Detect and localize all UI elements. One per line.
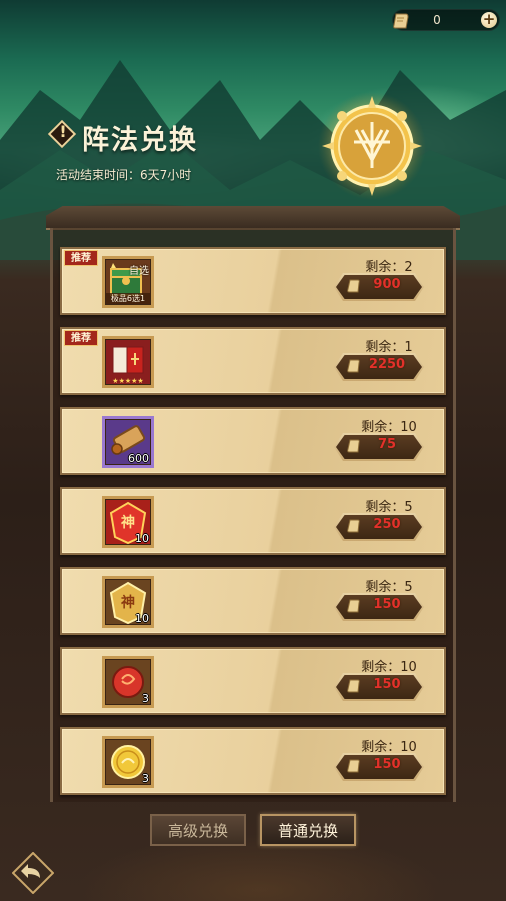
exchange-button[interactable]: 150 <box>334 673 424 701</box>
price-value: 75 <box>377 437 397 452</box>
tab-advanced-exchange[interactable]: 高级兑换 <box>150 814 246 846</box>
recommend-tag: 推荐 <box>64 330 98 346</box>
book-graphic: ★★★★★ <box>112 346 144 385</box>
item-count: 10 <box>135 612 149 625</box>
exchange-row[interactable]: 3 剩余：10 150 <box>60 727 446 795</box>
event-timer: 活动结束时间：6天7小时 <box>56 168 192 182</box>
panel-roof <box>46 206 460 230</box>
remaining-count: 剩余：10 <box>361 740 417 755</box>
red-book-icon[interactable]: ★★★★★ <box>102 336 154 388</box>
currency-counter: 0 + <box>392 9 500 31</box>
remaining-count: 剩余：1 <box>365 340 413 355</box>
exchange-row[interactable]: 推荐 ★★★★★ 剩余：1 2250 <box>60 327 446 395</box>
exchange-button[interactable]: 2250 <box>334 353 424 381</box>
exchange-button[interactable]: 150 <box>334 753 424 781</box>
scroll-coin-icon <box>347 519 360 533</box>
exchange-row[interactable]: 神 10 剩余：5 250 <box>60 487 446 555</box>
recommend-tag: 推荐 <box>64 250 98 266</box>
price-value: 2250 <box>368 357 406 372</box>
remaining-count: 剩余：10 <box>361 660 417 675</box>
gold-coin-icon[interactable]: 3 <box>102 736 154 788</box>
item-label-top: 自选 <box>129 266 149 277</box>
item-count: 3 <box>142 772 149 785</box>
scroll-coin-icon <box>347 439 360 453</box>
price-value: 250 <box>373 517 401 532</box>
remaining-count: 剩余：2 <box>365 260 413 275</box>
token-glyph: 神 <box>121 595 135 611</box>
item-count: 600 <box>128 452 149 465</box>
item-label-bottom: 极品6选1 <box>106 293 150 304</box>
red-god-token-icon[interactable]: 神 10 <box>102 496 154 548</box>
gold-god-token-icon[interactable]: 神 10 <box>102 576 154 628</box>
bottom-glow <box>0 790 506 901</box>
currency-value: 0 <box>433 13 441 27</box>
exchange-button[interactable]: 150 <box>334 593 424 621</box>
token-glyph: 神 <box>121 515 135 531</box>
scroll-coin-icon <box>347 759 360 773</box>
price-value: 150 <box>373 597 401 612</box>
treasure-chest-icon[interactable]: 自选 极品6选1 <box>102 256 154 308</box>
red-orb-icon[interactable]: 3 <box>102 656 154 708</box>
remaining-count: 剩余：5 <box>365 580 413 595</box>
page-title: 阵法兑换 <box>82 125 198 156</box>
item-count: 10 <box>135 532 149 545</box>
price-value: 900 <box>373 277 401 292</box>
remaining-count: 剩余：5 <box>365 500 413 515</box>
exchange-button[interactable]: 250 <box>334 513 424 541</box>
exchange-row[interactable]: 神 10 剩余：5 150 <box>60 567 446 635</box>
scroll-bundle-icon[interactable]: 600 <box>102 416 154 468</box>
formation-emblem-icon <box>318 92 426 200</box>
price-value: 150 <box>373 677 401 692</box>
scroll-coin-icon <box>347 599 360 613</box>
item-count: 3 <box>142 692 149 705</box>
tab-normal-exchange[interactable]: 普通兑换 <box>260 814 356 846</box>
plus-icon[interactable]: + <box>481 12 497 28</box>
scroll-coin-icon <box>393 13 409 29</box>
exchange-button[interactable]: 75 <box>334 433 424 461</box>
back-arrow-icon[interactable] <box>12 852 54 894</box>
scroll-coin-icon <box>347 359 360 373</box>
price-value: 150 <box>373 757 401 772</box>
svg-text:★★★★★: ★★★★★ <box>112 377 143 385</box>
exchange-row[interactable]: 600 剩余：10 75 <box>60 407 446 475</box>
exclamation-icon: ! <box>59 122 67 141</box>
scroll-coin-icon <box>347 679 360 693</box>
exchange-row[interactable]: 3 剩余：10 150 <box>60 647 446 715</box>
scroll-coin-icon <box>347 279 360 293</box>
exchange-button[interactable]: 900 <box>334 273 424 301</box>
remaining-count: 剩余：10 <box>361 420 417 435</box>
exchange-row[interactable]: 推荐 自选 极品6选1 剩余：2 900 <box>60 247 446 315</box>
